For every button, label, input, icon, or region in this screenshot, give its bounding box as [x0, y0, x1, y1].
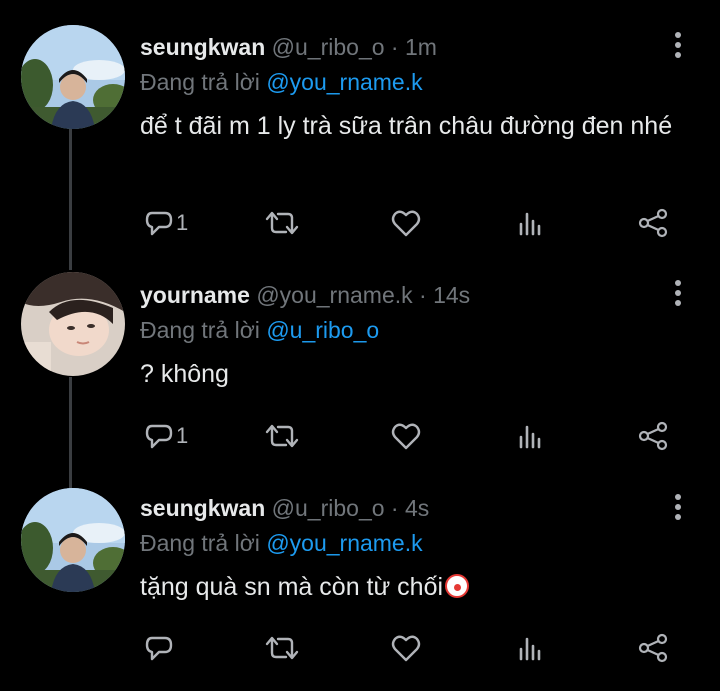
tweet-actions: [140, 630, 680, 666]
avatar[interactable]: [21, 272, 125, 376]
replying-to-label: Đang trả lời: [140, 530, 267, 556]
share-icon: [637, 207, 669, 239]
thread-feed: seungkwan @u_ribo_o · 1m Đang trả lời @y…: [0, 0, 720, 691]
reply-icon: [144, 208, 174, 238]
share-button[interactable]: [637, 205, 669, 241]
thread-connector: [69, 377, 72, 489]
like-button[interactable]: [390, 630, 422, 666]
reply-button[interactable]: 1: [144, 205, 188, 241]
handle-and-time: @you_rname.k · 14s: [249, 282, 471, 308]
views-button[interactable]: [517, 630, 545, 666]
more-icon[interactable]: [668, 278, 688, 308]
replying-to-label: Đang trả lời: [140, 317, 267, 343]
views-button[interactable]: [517, 205, 545, 241]
retweet-icon: [264, 421, 300, 451]
handle-and-time: @u_ribo_o · 4s: [265, 495, 430, 521]
tweet[interactable]: yourname @you_rname.k · 14s Đang trả lời…: [0, 250, 720, 489]
avatar[interactable]: [21, 25, 125, 129]
reply-mention[interactable]: @you_rname.k: [266, 69, 422, 95]
retweet-button[interactable]: [264, 630, 300, 666]
reply-count: 1: [176, 210, 189, 235]
reply-icon: [144, 421, 174, 451]
retweet-icon: [264, 633, 300, 663]
reply-mention[interactable]: @u_ribo_o: [266, 317, 379, 343]
display-name[interactable]: seungkwan: [140, 495, 265, 521]
share-button[interactable]: [637, 630, 669, 666]
retweet-button[interactable]: [264, 418, 300, 454]
share-icon: [637, 420, 669, 452]
like-icon: [390, 208, 422, 238]
tweet-text-wrap: tặng quà sn mà còn từ chối: [140, 568, 680, 606]
share-icon: [637, 632, 669, 664]
views-icon: [517, 208, 545, 238]
tweet-actions: 1: [140, 205, 680, 241]
tweet[interactable]: seungkwan @u_ribo_o · 4s Đang trả lời @y…: [0, 480, 720, 691]
reply-count: 1: [176, 423, 189, 448]
display-name[interactable]: seungkwan: [140, 34, 265, 60]
like-icon: [390, 633, 422, 663]
display-name[interactable]: yourname: [140, 282, 250, 308]
replying-to-label: Đang trả lời: [140, 69, 267, 95]
views-button[interactable]: [517, 418, 545, 454]
tweet[interactable]: seungkwan @u_ribo_o · 1m Đang trả lời @y…: [0, 0, 720, 270]
more-icon[interactable]: [668, 30, 688, 60]
like-icon: [390, 421, 422, 451]
like-button[interactable]: [390, 418, 422, 454]
tweet-text: để t đãi m 1 ly trà sữa trân châu đường …: [140, 112, 673, 140]
reply-icon: [144, 633, 174, 663]
views-icon: [517, 633, 545, 663]
reply-button[interactable]: 1: [144, 418, 188, 454]
handle-and-time: @u_ribo_o · 1m: [265, 34, 437, 60]
reply-mention[interactable]: @you_rname.k: [266, 530, 422, 556]
clown-face-emoji: [445, 574, 470, 598]
avatar[interactable]: [21, 488, 125, 592]
more-icon[interactable]: [668, 492, 688, 522]
tweet-text: ? không: [140, 360, 229, 388]
reply-button[interactable]: [144, 630, 176, 666]
thread-connector: [69, 128, 72, 270]
views-icon: [517, 421, 545, 451]
like-button[interactable]: [390, 205, 422, 241]
tweet-actions: 1: [140, 418, 680, 454]
share-button[interactable]: [637, 418, 669, 454]
tweet-text: tặng quà sn mà còn từ chối: [140, 573, 444, 601]
retweet-button[interactable]: [264, 205, 300, 241]
retweet-icon: [264, 208, 300, 238]
